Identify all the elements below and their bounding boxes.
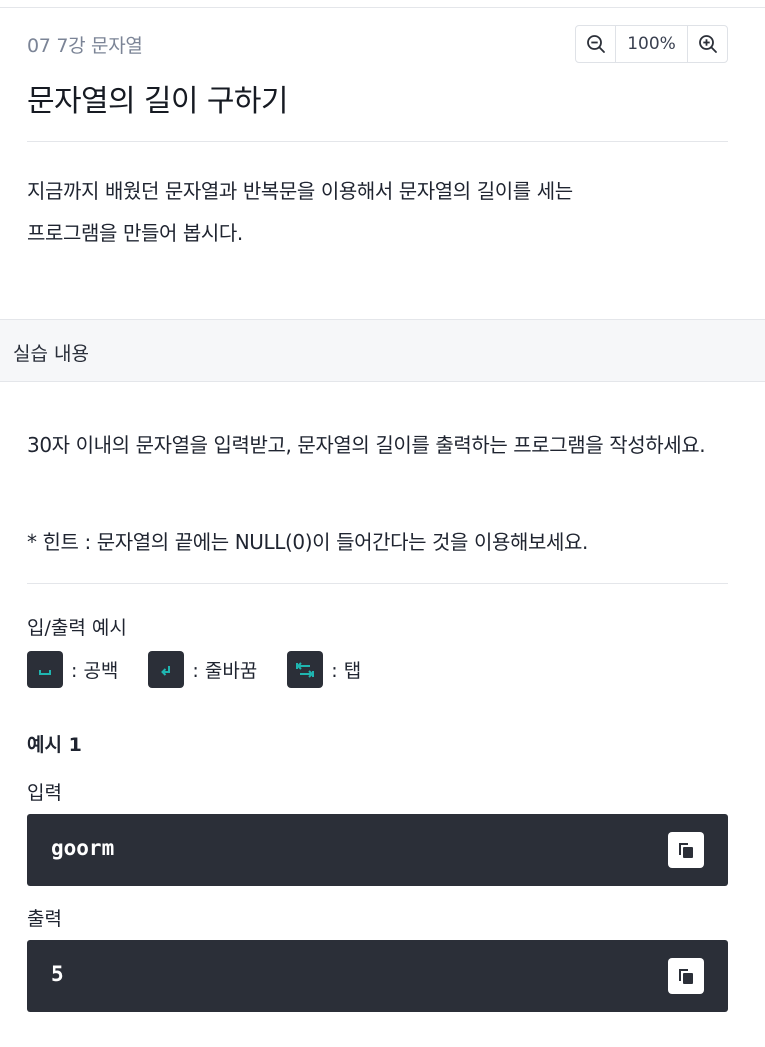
zoom-level: 100% bbox=[615, 26, 688, 62]
zoom-out-button[interactable] bbox=[576, 26, 615, 62]
legend-item-newline: : 줄바꿈 bbox=[148, 651, 257, 688]
copy-output-button[interactable] bbox=[668, 958, 704, 994]
problem-description: 지금까지 배웠던 문자열과 반복문을 이용해서 문자열의 길이를 세는 프로그램… bbox=[27, 170, 727, 254]
title-divider bbox=[27, 141, 728, 142]
space-icon bbox=[27, 651, 63, 688]
input-code-block: goorm bbox=[27, 814, 728, 886]
newline-icon bbox=[148, 651, 185, 688]
output-value: 5 bbox=[51, 962, 64, 986]
breadcrumb[interactable]: 07 7강 문자열 bbox=[27, 31, 143, 58]
output-label: 출력 bbox=[27, 908, 62, 930]
copy-icon bbox=[679, 843, 693, 858]
input-label: 입력 bbox=[27, 782, 62, 804]
zoom-control: 100% bbox=[575, 25, 728, 63]
content-divider bbox=[27, 583, 728, 584]
zoom-in-button[interactable] bbox=[688, 26, 727, 62]
input-value: goorm bbox=[51, 836, 115, 860]
legend-item-space: : 공백 bbox=[27, 651, 118, 688]
example-title: 예시 1 bbox=[27, 734, 82, 756]
top-divider bbox=[0, 0, 765, 8]
tab-icon bbox=[287, 651, 324, 688]
legend-item-tab: : 탭 bbox=[287, 651, 361, 688]
description-line: 프로그램을 만들어 봅시다. bbox=[27, 221, 243, 245]
whitespace-legend: : 공백 : 줄바꿈 : 탭 bbox=[27, 651, 391, 688]
zoom-in-icon bbox=[698, 35, 717, 53]
task-text: 30자 이내의 문자열을 입력받고, 문자열의 길이를 출력하는 프로그램을 작… bbox=[27, 433, 706, 457]
zoom-out-icon bbox=[586, 35, 605, 53]
section-header: 실습 내용 bbox=[0, 319, 765, 382]
copy-input-button[interactable] bbox=[668, 832, 704, 868]
hint-text: * 힌트 : 문자열의 끝에는 NULL(0)이 들어간다는 것을 이용해보세요… bbox=[27, 530, 588, 554]
copy-icon bbox=[679, 969, 693, 984]
legend-label: : 줄바꿈 bbox=[192, 660, 258, 682]
legend-label: : 공백 bbox=[71, 660, 119, 682]
description-line: 지금까지 배웠던 문자열과 반복문을 이용해서 문자열의 길이를 세는 bbox=[27, 179, 573, 203]
io-example-title: 입/출력 예시 bbox=[27, 617, 127, 639]
output-code-block: 5 bbox=[27, 940, 728, 1012]
page-title: 문자열의 길이 구하기 bbox=[27, 84, 288, 119]
legend-label: : 탭 bbox=[331, 660, 362, 682]
section-label: 실습 내용 bbox=[13, 343, 89, 365]
